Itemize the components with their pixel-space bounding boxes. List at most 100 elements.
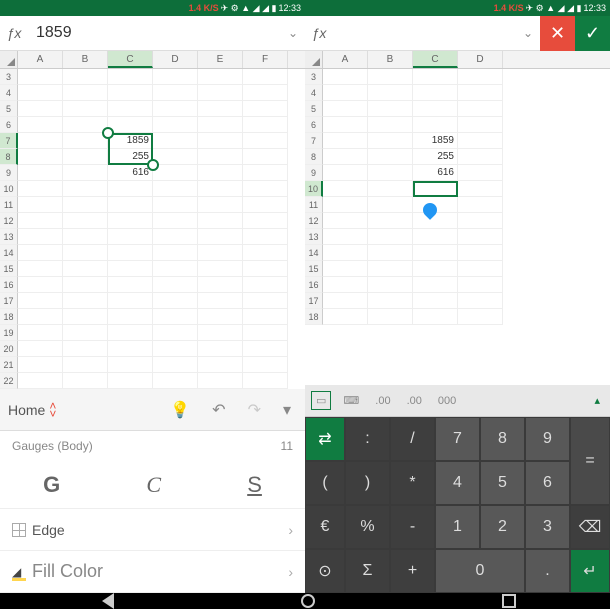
- key-tab[interactable]: ⇄: [305, 417, 345, 461]
- key-3[interactable]: 3: [525, 505, 570, 549]
- key-5[interactable]: 5: [480, 461, 525, 505]
- row-header[interactable]: 11: [305, 197, 323, 213]
- fx-expand-icon[interactable]: ⌄: [516, 26, 540, 40]
- mode-numeric-icon[interactable]: ▭: [311, 391, 331, 410]
- spreadsheet-grid[interactable]: A B C D 3 4 5 6 7 8 9 10 11 12 13 14 15 …: [305, 51, 610, 385]
- row-header[interactable]: 22: [0, 373, 18, 389]
- row-header[interactable]: 18: [305, 309, 323, 325]
- cell[interactable]: 1859: [413, 133, 458, 149]
- italic-button[interactable]: C: [146, 472, 161, 498]
- row-header[interactable]: 15: [305, 261, 323, 277]
- cell[interactable]: 616: [413, 165, 458, 181]
- col-header[interactable]: D: [458, 51, 503, 68]
- key-slash[interactable]: /: [390, 417, 435, 461]
- decrease-decimal-icon[interactable]: .00: [371, 393, 394, 409]
- col-header[interactable]: C: [413, 51, 458, 68]
- row-header[interactable]: 16: [0, 277, 18, 293]
- key-colon[interactable]: :: [345, 417, 390, 461]
- key-7[interactable]: 7: [435, 417, 480, 461]
- home-button[interactable]: [301, 594, 315, 608]
- row-header[interactable]: 4: [305, 85, 323, 101]
- row-header[interactable]: 16: [305, 277, 323, 293]
- key-plus[interactable]: +: [390, 549, 435, 593]
- row-header[interactable]: 10: [0, 181, 18, 197]
- row-header[interactable]: 4: [0, 85, 18, 101]
- row-header[interactable]: 14: [305, 245, 323, 261]
- key-0[interactable]: 0: [435, 549, 525, 593]
- row-header[interactable]: 17: [0, 293, 18, 309]
- key-backspace[interactable]: ⌫: [570, 505, 610, 549]
- key-1[interactable]: 1: [435, 505, 480, 549]
- row-header[interactable]: 14: [0, 245, 18, 261]
- key-6[interactable]: 6: [525, 461, 570, 505]
- key-star[interactable]: *: [390, 461, 435, 505]
- key-enter[interactable]: ↵: [570, 549, 610, 593]
- row-header[interactable]: 12: [0, 213, 18, 229]
- key-percent[interactable]: %: [345, 505, 390, 549]
- back-button[interactable]: [94, 593, 114, 609]
- key-sigma[interactable]: Σ: [345, 549, 390, 593]
- key-minus[interactable]: -: [390, 505, 435, 549]
- col-header[interactable]: F: [243, 51, 288, 68]
- recent-button[interactable]: [502, 594, 516, 608]
- row-header[interactable]: 21: [0, 357, 18, 373]
- col-header[interactable]: B: [63, 51, 108, 68]
- selection-handle[interactable]: [102, 127, 114, 139]
- row-header[interactable]: 3: [305, 69, 323, 85]
- row-header[interactable]: 13: [0, 229, 18, 245]
- col-header[interactable]: D: [153, 51, 198, 68]
- key-lparen[interactable]: (: [305, 461, 345, 505]
- collapse-icon[interactable]: ▾: [277, 400, 297, 420]
- fill-color-menu[interactable]: Fill Color›: [0, 551, 305, 593]
- key-8[interactable]: 8: [480, 417, 525, 461]
- row-header[interactable]: 10: [305, 181, 323, 197]
- row-header[interactable]: 9: [0, 165, 18, 181]
- cell[interactable]: 616: [108, 165, 153, 181]
- key-equals[interactable]: =: [570, 417, 610, 505]
- cancel-button[interactable]: ✕: [540, 16, 575, 51]
- lightbulb-icon[interactable]: 💡: [164, 400, 196, 420]
- row-header[interactable]: 5: [0, 101, 18, 117]
- select-all-corner[interactable]: [0, 51, 18, 68]
- cell[interactable]: 1859: [108, 133, 153, 149]
- row-header[interactable]: 12: [305, 213, 323, 229]
- confirm-button[interactable]: ✓: [575, 16, 610, 51]
- row-header[interactable]: 13: [305, 229, 323, 245]
- key-rparen[interactable]: ): [345, 461, 390, 505]
- col-header[interactable]: E: [198, 51, 243, 68]
- redo-icon[interactable]: ↷: [242, 400, 267, 420]
- row-header[interactable]: 18: [0, 309, 18, 325]
- key-4[interactable]: 4: [435, 461, 480, 505]
- mode-keyboard-icon[interactable]: ⌨: [339, 392, 363, 409]
- key-target[interactable]: ⊙: [305, 549, 345, 593]
- spreadsheet-grid[interactable]: A B C D E F 3 4 5 6 7 8 9 10 11 12 13 14…: [0, 51, 305, 389]
- row-header[interactable]: 19: [0, 325, 18, 341]
- undo-icon[interactable]: ↶: [206, 400, 231, 420]
- col-header[interactable]: B: [368, 51, 413, 68]
- row-header[interactable]: 7: [0, 133, 18, 149]
- key-euro[interactable]: €: [305, 505, 345, 549]
- collapse-keypad-icon[interactable]: ▴: [590, 392, 604, 409]
- home-dropdown[interactable]: Home˄˅: [8, 402, 56, 418]
- col-header[interactable]: A: [323, 51, 368, 68]
- row-header[interactable]: 9: [305, 165, 323, 181]
- key-dot[interactable]: .: [525, 549, 570, 593]
- row-header[interactable]: 6: [0, 117, 18, 133]
- col-header[interactable]: C: [108, 51, 153, 68]
- fx-expand-icon[interactable]: ⌄: [281, 26, 305, 40]
- edge-menu[interactable]: Edge›: [0, 509, 305, 551]
- row-header[interactable]: 20: [0, 341, 18, 357]
- row-header[interactable]: 5: [305, 101, 323, 117]
- row-header[interactable]: 3: [0, 69, 18, 85]
- formula-input[interactable]: 1859: [28, 24, 281, 42]
- key-2[interactable]: 2: [480, 505, 525, 549]
- increase-decimal-icon[interactable]: .00: [403, 393, 426, 409]
- key-9[interactable]: 9: [525, 417, 570, 461]
- row-header[interactable]: 7: [305, 133, 323, 149]
- underline-button[interactable]: S: [247, 472, 262, 498]
- col-header[interactable]: A: [18, 51, 63, 68]
- row-header[interactable]: 17: [305, 293, 323, 309]
- row-header[interactable]: 6: [305, 117, 323, 133]
- row-header[interactable]: 8: [305, 149, 323, 165]
- bold-button[interactable]: G: [43, 472, 60, 498]
